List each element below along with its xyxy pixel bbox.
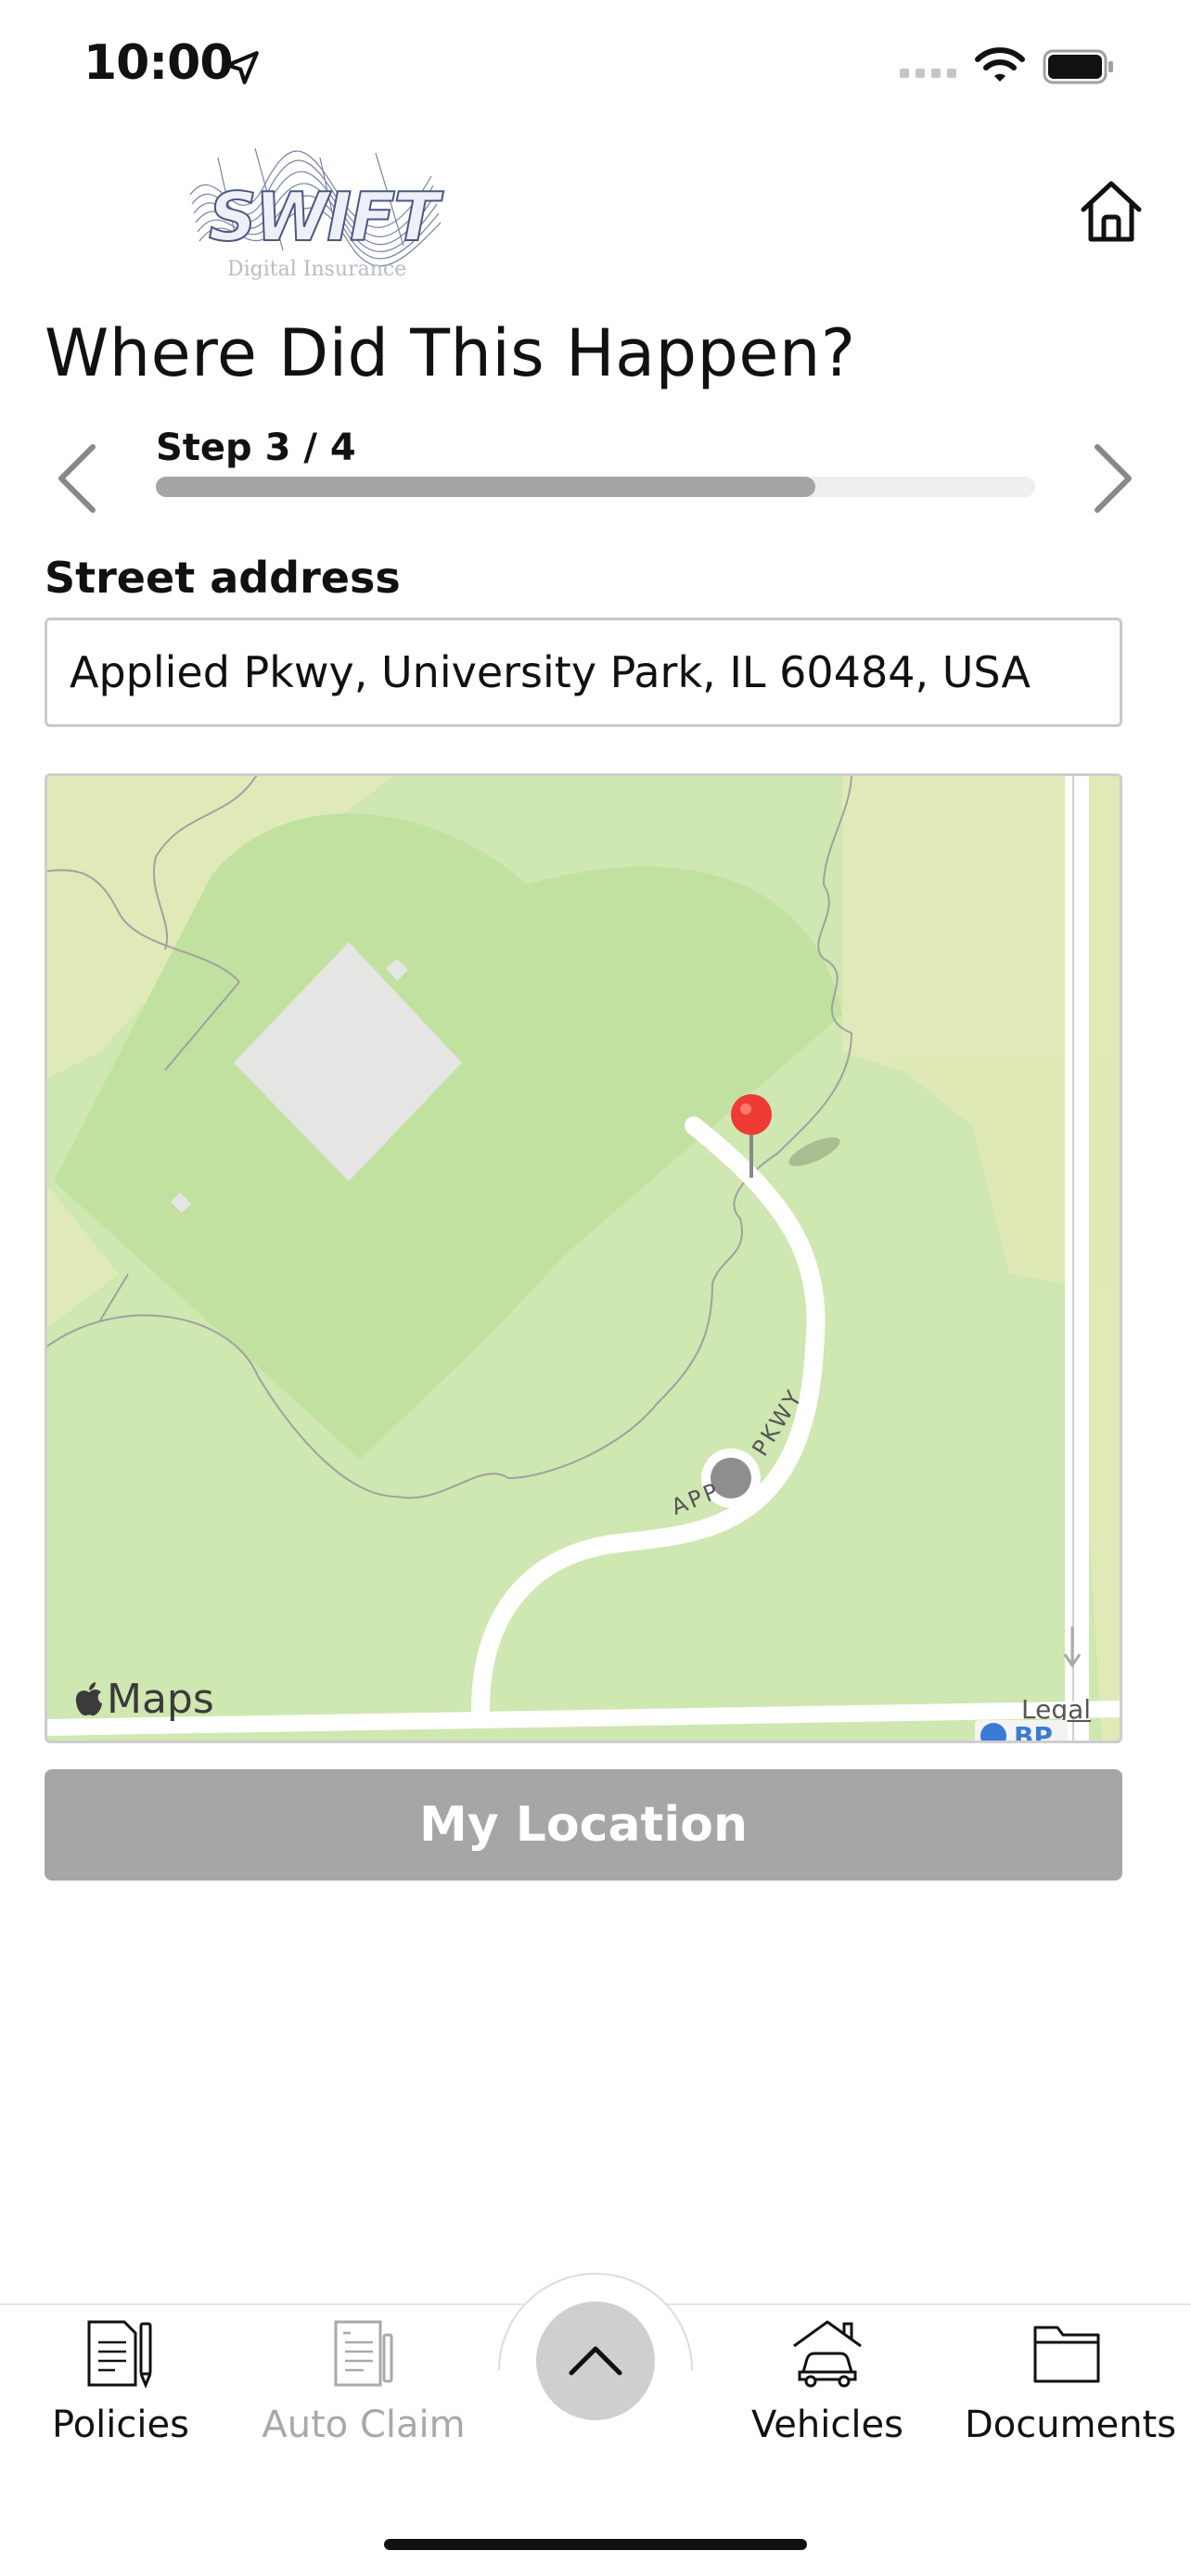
house-car-icon (793, 2320, 862, 2388)
next-step-chevron-icon[interactable] (1090, 441, 1136, 516)
street-address-label: Street address (45, 553, 401, 603)
road-label-left: APP (668, 1477, 724, 1520)
step-progress-fill (156, 477, 815, 497)
home-icon[interactable] (1076, 176, 1146, 247)
status-time: 10:00 (83, 35, 234, 91)
battery-icon (1043, 49, 1113, 84)
tab-policies-label: Policies (52, 2404, 189, 2446)
wifi-icon (975, 47, 1025, 82)
maps-brand-label: Maps (107, 1676, 214, 1723)
apple-logo-icon (75, 1681, 102, 1715)
previous-step-chevron-icon[interactable] (54, 441, 100, 516)
road-label-right: PKWY (747, 1384, 808, 1460)
tab-auto-claim[interactable]: Auto Claim (262, 2318, 466, 2467)
folder-icon (1033, 2326, 1100, 2383)
claim-form-icon (334, 2320, 393, 2387)
cellular-signal-icon (900, 69, 956, 78)
poi-marker-label: BP (1014, 1720, 1053, 1743)
tab-auto-claim-label: Auto Claim (262, 2404, 466, 2446)
tab-vehicles-label: Vehicles (751, 2404, 903, 2446)
tab-documents-label: Documents (965, 2404, 1177, 2446)
chevron-up-icon (569, 2346, 622, 2375)
logo-text: SWIFT (208, 177, 440, 257)
my-location-button[interactable]: My Location (45, 1769, 1122, 1881)
poi-marker[interactable]: BP (975, 1720, 1068, 1743)
home-indicator (384, 2539, 807, 2550)
road-labels: APP PKWY (668, 1384, 809, 1521)
tab-documents[interactable]: Documents (965, 2318, 1177, 2467)
logo-subtitle: Digital Insurance (227, 258, 407, 281)
map-view[interactable]: APP PKWY Maps Legal BP (45, 773, 1122, 1743)
swift-logo: SWIFT Digital Insurance (181, 139, 450, 287)
page-title: Where Did This Happen? (45, 315, 856, 391)
street-address-input[interactable] (45, 618, 1122, 727)
policy-document-icon (87, 2320, 152, 2389)
step-label: Step 3 / 4 (156, 427, 356, 469)
tab-vehicles[interactable]: Vehicles (725, 2318, 929, 2467)
expand-menu-button[interactable] (536, 2302, 655, 2420)
location-arrow-icon (225, 51, 259, 84)
gas-station-icon (980, 1723, 1006, 1741)
tab-policies[interactable]: Policies (19, 2318, 223, 2467)
apple-maps-brand: Maps (73, 1676, 214, 1723)
